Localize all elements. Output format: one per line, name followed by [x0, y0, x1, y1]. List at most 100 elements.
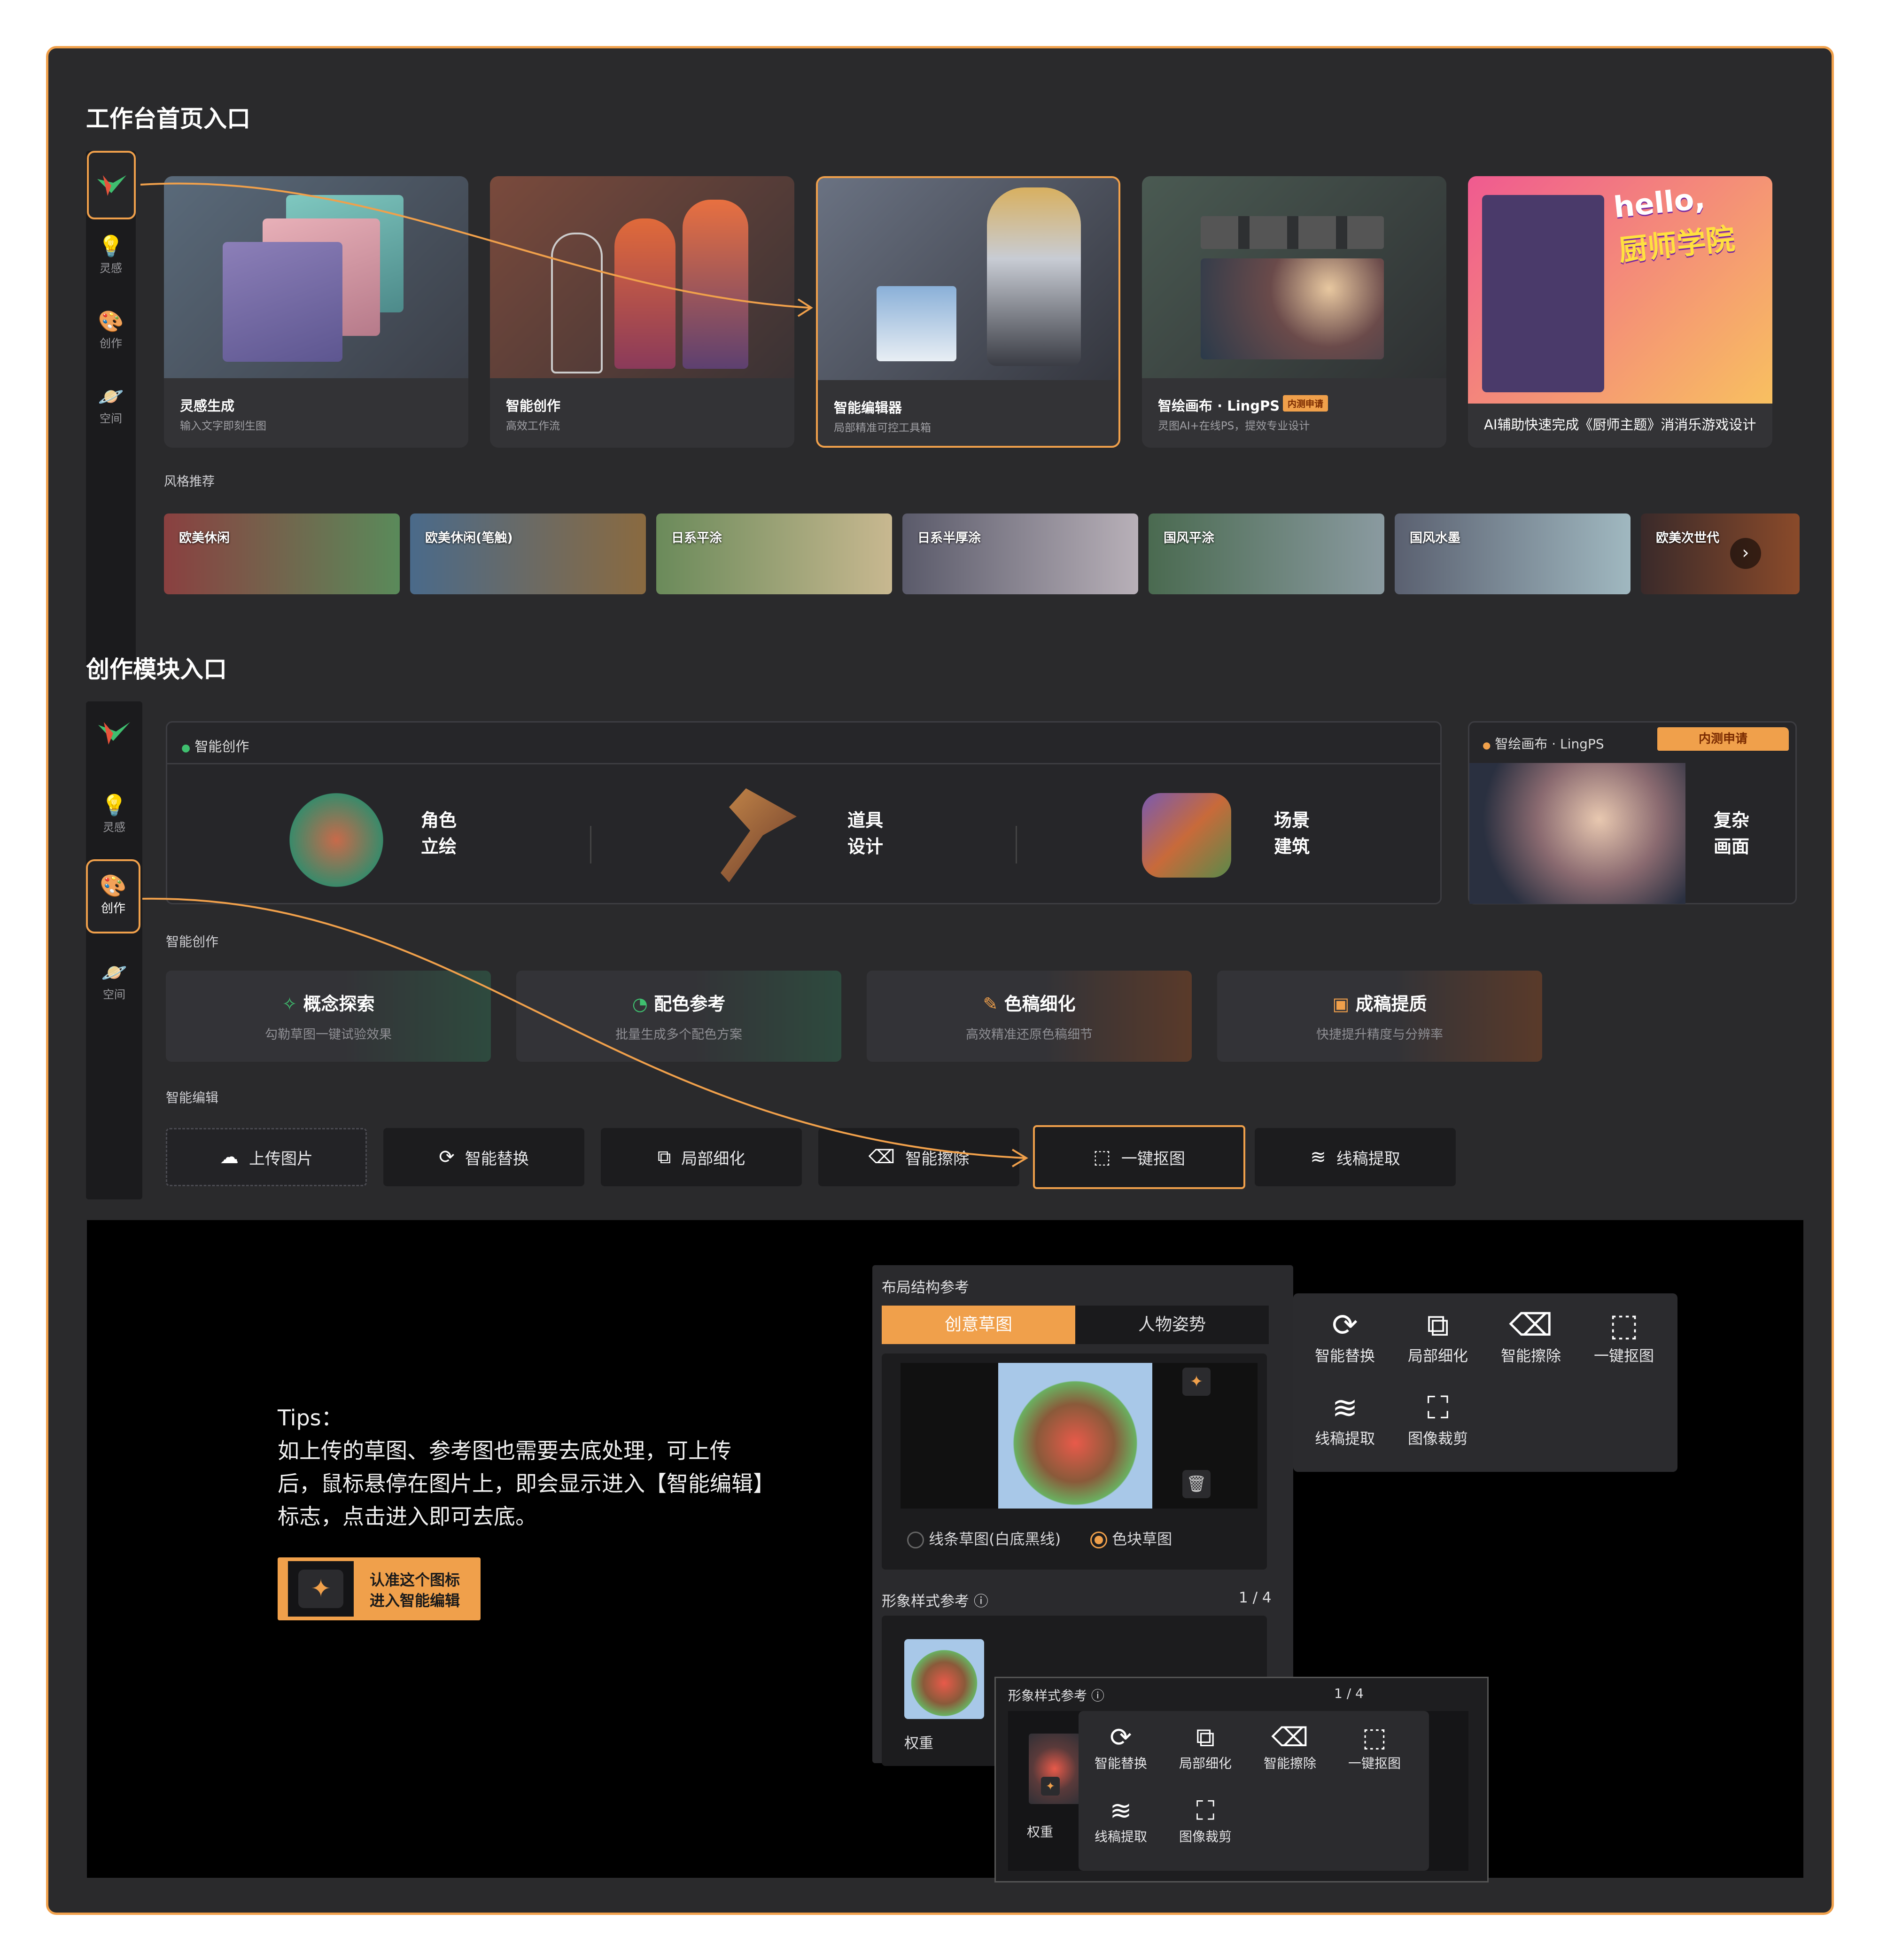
tool-card-quality[interactable]: ▣ 成稿提质 快捷提升精度与分辨率 [1217, 971, 1542, 1062]
sidebar-item-create[interactable]: 🎨 创作 [86, 859, 140, 933]
palette-icon: 🎨 [98, 310, 124, 334]
style-tile[interactable]: 日系半厚涂 [902, 513, 1138, 594]
help-icon[interactable]: ⓘ [974, 1593, 988, 1610]
building-illustration [1142, 793, 1231, 878]
tool-card-color[interactable]: ◔ 配色参考 批量生成多个配色方案 [516, 971, 841, 1062]
wave-lines-icon: ≋ [1310, 1146, 1326, 1168]
eraser-icon: ⌫ [1509, 1307, 1553, 1343]
style-tile[interactable]: 欧美休闲 [164, 513, 400, 594]
menu-item-crop[interactable]: ⛶ 图像裁剪 [1168, 1796, 1243, 1845]
eraser-icon: ⌫ [1271, 1722, 1309, 1753]
radio-line-sketch[interactable]: 线条草图(白底黑线) [907, 1527, 1061, 1549]
create-option-prop[interactable]: 道具 设计 [847, 807, 883, 860]
create-option-complex[interactable]: 复杂 画面 [1714, 807, 1749, 860]
planet-icon: 🪐 [101, 961, 127, 985]
eraser-icon: ⌫ [868, 1146, 895, 1168]
sidebar-item-create[interactable]: 🎨 创作 [86, 310, 136, 350]
card-art [490, 176, 794, 378]
palette-icon: 🎨 [100, 873, 127, 898]
card-chef-poster[interactable]: hello, 厨师学院 AI辅助快速完成《厨师主题》消消乐游戏设计 [1468, 176, 1772, 448]
magic-wand-icon[interactable]: ✦ [1041, 1777, 1060, 1796]
panel-tab[interactable]: ● 智能创作 [181, 736, 249, 755]
app-logo[interactable] [87, 151, 136, 219]
sidebar-item-space[interactable]: 🪐 空间 [86, 385, 136, 426]
menu-item-crop[interactable]: ⛶ 图像裁剪 [1396, 1389, 1480, 1448]
sidebar-item-inspiration[interactable]: 💡 灵感 [86, 793, 142, 834]
menu-item-smart-replace[interactable]: ⟳ 智能替换 [1303, 1307, 1387, 1366]
menu-item-cutout[interactable]: ⬚ 一键抠图 [1582, 1307, 1666, 1366]
help-icon[interactable]: ⓘ [1091, 1688, 1104, 1703]
smart-replace-button[interactable]: ⟳ 智能替换 [383, 1128, 584, 1186]
menu-item-local-refine[interactable]: ⧉ 局部细化 [1396, 1307, 1480, 1366]
menu-item-local-refine[interactable]: ⧉ 局部细化 [1168, 1722, 1243, 1772]
card-title: 智绘画布 · LingPS [1158, 398, 1280, 414]
magic-wand-icon[interactable]: ✦ [1182, 1368, 1211, 1396]
lightbulb-icon: 💡 [98, 234, 124, 258]
tips-area: Tips： 如上传的草图、参考图也需要去底处理，可上传后，鼠标悬停在图片上，即会… [87, 1220, 1803, 1882]
menu-item-smart-replace[interactable]: ⟳ 智能替换 [1083, 1722, 1158, 1772]
weight-label: 权重 [1027, 1824, 1054, 1840]
poster-title-line1: hello, [1612, 181, 1707, 225]
smart-erase-button[interactable]: ⌫ 智能擦除 [818, 1128, 1019, 1186]
tips-badge: ✦ 认准这个图标 进入智能编辑 [278, 1557, 481, 1620]
crop-icon: ⛶ [1427, 1390, 1449, 1426]
style-tile[interactable]: 国风平涂 [1149, 513, 1384, 594]
style-ref-image[interactable] [904, 1639, 984, 1719]
menu-item-smart-erase[interactable]: ⌫ 智能擦除 [1489, 1307, 1573, 1366]
card-title: AI辅助快速完成《厨师主题》消消乐游戏设计 [1484, 417, 1756, 433]
crop-refine-icon: ⧉ [657, 1146, 671, 1168]
chevron-right-icon[interactable]: › [1730, 538, 1761, 569]
sketch-image [998, 1363, 1152, 1509]
sidebar-item-space[interactable]: 🪐 空间 [86, 961, 142, 1002]
card-smart-editor[interactable]: 智能编辑器 局部精准可控工具箱 [816, 176, 1120, 448]
tool-card-refine[interactable]: ✎ 色稿细化 高效精准还原色稿细节 [867, 971, 1192, 1062]
image-cutout-icon: ⬚ [1093, 1146, 1111, 1168]
cloud-upload-icon: ☁ [220, 1146, 239, 1168]
app-logo[interactable] [94, 716, 134, 750]
replace-icon: ⟳ [1332, 1307, 1358, 1343]
hd-icon: ▣ [1332, 994, 1350, 1014]
style-tile[interactable]: 欧美休闲(笔触) [410, 513, 646, 594]
style-tile[interactable]: 国风水墨 [1395, 513, 1631, 594]
menu-item-smart-erase[interactable]: ⌫ 智能擦除 [1252, 1722, 1328, 1772]
card-desc: 灵图AI+在线PS，提效专业设计 [1158, 420, 1310, 432]
card-title: 智能创作 [506, 398, 561, 414]
create-option-character[interactable]: 角色 立绘 [421, 807, 457, 860]
style-tile[interactable]: 欧美次世代 [1641, 513, 1800, 594]
style-ref-title: 形象样式参考 ⓘ [882, 1593, 988, 1610]
style-ref-title: 形象样式参考 ⓘ [1008, 1688, 1104, 1703]
radio-color-sketch[interactable]: 色块草图 [1090, 1527, 1172, 1549]
telescope-icon: ✧ [282, 994, 297, 1014]
home-sidebar: 💡 灵感 🎨 创作 🪐 空间 [86, 151, 136, 670]
upload-image-button[interactable]: ☁ 上传图片 [166, 1128, 367, 1186]
main-frame: 工作台首页入口 💡 灵感 🎨 创作 🪐 空间 灵感生成 输入文字即刻生图 智能创… [46, 46, 1834, 1915]
beta-badge[interactable]: 内测申请 [1657, 727, 1789, 751]
menu-item-line-extract[interactable]: ≋ 线稿提取 [1303, 1389, 1387, 1448]
tab-pose[interactable]: 人物姿势 [1075, 1306, 1269, 1344]
style-ref-count: 1 / 4 [1239, 1589, 1272, 1606]
card-inspiration[interactable]: 灵感生成 输入文字即刻生图 [164, 176, 468, 448]
menu-item-line-extract[interactable]: ≋ 线稿提取 [1083, 1796, 1158, 1845]
card-smart-create[interactable]: 智能创作 高效工作流 [490, 176, 794, 448]
smart-edit-label: 智能编辑 [166, 1090, 219, 1105]
menu-item-cutout[interactable]: ⬚ 一键抠图 [1337, 1722, 1412, 1772]
brush-icon: ✎ [983, 994, 998, 1014]
trash-icon[interactable]: 🗑 [1182, 1470, 1211, 1498]
card-desc: 局部精准可控工具箱 [834, 422, 931, 434]
card-art [164, 176, 468, 378]
style-tile[interactable]: 日系平涂 [656, 513, 892, 594]
sidebar-item-inspiration[interactable]: 💡 灵感 [86, 234, 136, 275]
tool-card-concept[interactable]: ✧ 概念探索 勾勒草图一键试验效果 [166, 971, 491, 1062]
one-click-cutout-button[interactable]: ⬚ 一键抠图 [1033, 1125, 1245, 1189]
sketch-preview-box[interactable]: ✦ 🗑 线条草图(白底黑线) 色块草图 [882, 1353, 1267, 1570]
local-refine-button[interactable]: ⧉ 局部细化 [601, 1128, 802, 1186]
panel-tab[interactable]: ● 智绘画布 · LingPS [1483, 734, 1604, 753]
wave-lines-icon: ≋ [1110, 1796, 1132, 1826]
poster-title-line2: 厨师学院 [1617, 221, 1737, 268]
card-lingps[interactable]: 智绘画布 · LingPS 内测申请 灵图AI+在线PS，提效专业设计 [1142, 176, 1446, 448]
radio-unchecked-icon [907, 1532, 924, 1548]
create-option-scene[interactable]: 场景 建筑 [1274, 807, 1310, 860]
crop-refine-icon: ⧉ [1196, 1722, 1215, 1753]
tab-creative-sketch[interactable]: 创意草图 [882, 1306, 1075, 1344]
line-extract-button[interactable]: ≋ 线稿提取 [1255, 1128, 1456, 1186]
